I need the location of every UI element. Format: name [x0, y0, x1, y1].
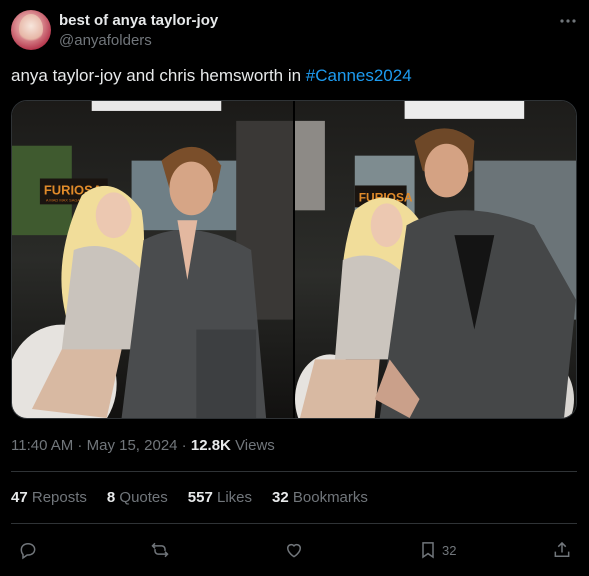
bookmarks-label: Bookmarks: [292, 489, 368, 506]
stat-quotes[interactable]: 8 Quotes: [107, 489, 168, 506]
stat-reposts[interactable]: 47 Reposts: [11, 489, 87, 506]
action-bar: 32: [0, 538, 589, 562]
time: 11:40 AM: [11, 437, 74, 454]
reply-button[interactable]: [18, 538, 38, 562]
bookmark-count: 32: [442, 542, 457, 558]
photo-2[interactable]: FURIOSA: [295, 101, 576, 418]
repost-icon: [151, 542, 169, 558]
like-button[interactable]: [284, 538, 304, 562]
author-display-name[interactable]: best of anya taylor-joy: [59, 12, 218, 29]
poster-subtext-1: A MAD MAX SAGA: [46, 197, 81, 202]
bookmark-button[interactable]: 32: [418, 538, 456, 562]
views-count: 12.8K: [190, 437, 231, 454]
like-icon: [286, 543, 302, 558]
quotes-label: Quotes: [119, 489, 168, 506]
date: May 15, 2024: [86, 437, 178, 454]
divider: [11, 471, 577, 472]
bookmark-icon: [422, 542, 434, 559]
tweet-text: anya taylor-joy and chris hemsworth in #…: [11, 66, 412, 86]
stat-bookmarks[interactable]: 32 Bookmarks: [272, 489, 368, 506]
views-label: Views: [235, 437, 275, 454]
share-button[interactable]: [552, 538, 572, 562]
repost-button[interactable]: [150, 538, 170, 562]
reposts-count: 47: [11, 489, 28, 506]
media-grid: FURIOSA A MAD MAX SAGA FURIOSA: [11, 100, 577, 419]
photo-1[interactable]: FURIOSA A MAD MAX SAGA: [12, 101, 293, 418]
author-handle[interactable]: @anyafolders: [59, 32, 152, 49]
time-link[interactable]: 11:40 AM · May 15, 2024: [11, 437, 178, 454]
tweet-text-body: anya taylor-joy and chris hemsworth in: [11, 66, 306, 85]
engagement-stats: 47 Reposts 8 Quotes 557 Likes 32 Bookmar…: [11, 489, 388, 506]
avatar[interactable]: [11, 10, 51, 50]
more-icon[interactable]: [558, 11, 578, 36]
bookmarks-count: 32: [272, 489, 289, 506]
divider: [11, 523, 577, 524]
quotes-count: 8: [106, 489, 116, 506]
likes-count: 557: [187, 489, 213, 506]
share-icon: [554, 541, 570, 557]
reply-icon: [20, 542, 36, 560]
timestamp: 11:40 AM · May 15, 2024 · 12.8K Views: [11, 437, 275, 454]
stat-likes[interactable]: 557 Likes: [188, 489, 252, 506]
likes-label: Likes: [216, 489, 253, 506]
reposts-label: Reposts: [31, 489, 87, 506]
hashtag-link[interactable]: #Cannes2024: [306, 66, 412, 85]
